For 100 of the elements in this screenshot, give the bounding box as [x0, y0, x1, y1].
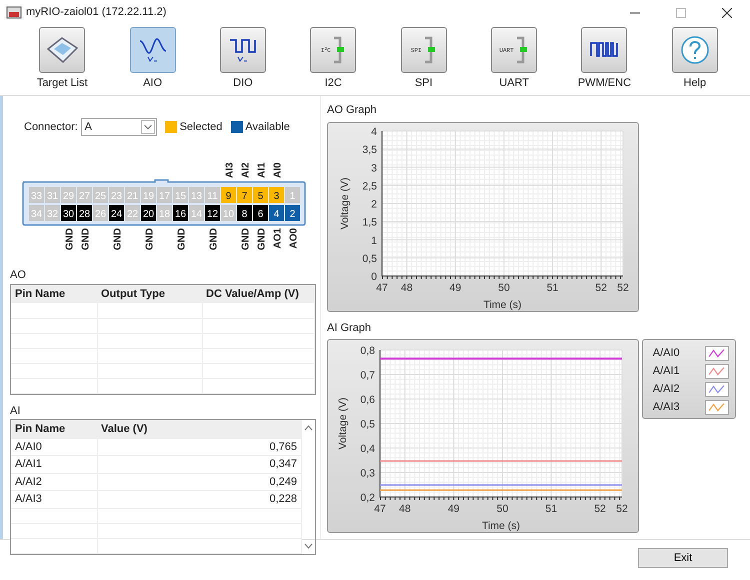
- tick-label: 49: [448, 503, 460, 515]
- table-cell: A/AI0: [11, 438, 97, 456]
- column-header: DC Value/Amp (V): [202, 284, 314, 303]
- pin: 9: [221, 187, 236, 203]
- table-cell: 0,249: [97, 473, 302, 490]
- window-title: myRIO-zaiol01 (172.22.11.2): [26, 4, 166, 20]
- tick-label: 51: [545, 503, 558, 515]
- tick-label: 0,5: [360, 418, 375, 430]
- table-cell: A/AI3: [11, 490, 97, 508]
- tick-label: 50: [498, 282, 510, 294]
- connector-icon: [514, 35, 529, 66]
- toolbar-button[interactable]: [220, 27, 266, 74]
- tick-label: 4: [371, 126, 377, 138]
- axis-title: Voltage (V): [339, 177, 351, 229]
- tick-label: 50: [496, 503, 508, 515]
- tick-label: 52: [594, 503, 606, 515]
- tick-label: 48: [399, 503, 411, 515]
- help-icon: [678, 34, 711, 66]
- legend-label: A/AI1: [652, 364, 680, 379]
- tick-label: 1: [371, 234, 377, 246]
- pin: 6: [253, 205, 268, 221]
- pin: 30: [61, 205, 76, 221]
- tick-label: 0,8: [360, 345, 375, 357]
- graph-title: AO Graph: [327, 103, 378, 118]
- pin-label: GND: [240, 228, 252, 250]
- pin: 12: [205, 205, 220, 221]
- pin-label: AO0: [288, 228, 300, 249]
- pin: 2: [285, 205, 300, 221]
- toolbar-button[interactable]: [39, 27, 86, 74]
- pin-label: AI1: [256, 162, 268, 178]
- tick-label: 2,5: [362, 180, 377, 192]
- table-cell: A/AI2: [11, 473, 97, 490]
- tick-label: 0,3: [360, 468, 375, 480]
- tick-label: 47: [376, 282, 388, 294]
- table-cell: 0,228: [97, 490, 302, 508]
- tick-label: 2: [371, 198, 377, 210]
- tick-label: 51: [546, 282, 558, 294]
- pin: 4: [269, 205, 284, 221]
- tick-label: 52: [617, 282, 629, 294]
- column-header: Pin Name: [11, 420, 97, 438]
- pin: 16: [173, 205, 188, 221]
- pin-label: GND: [144, 228, 156, 250]
- legend-label: A/AI0: [652, 346, 680, 361]
- exit-button[interactable]: Exit: [638, 548, 728, 568]
- toolbar-button[interactable]: [581, 27, 628, 74]
- button-label: DIO: [233, 76, 253, 92]
- column-header: Value (V): [97, 420, 302, 438]
- tick-label: 48: [400, 282, 413, 294]
- pin-label: AI0: [272, 162, 284, 178]
- close-icon[interactable]: [722, 8, 732, 18]
- caret-icon: [140, 120, 155, 134]
- pin-label: GND: [256, 228, 268, 250]
- field-label: Connector:: [24, 120, 78, 135]
- toolbar-button[interactable]: [130, 27, 176, 74]
- tick-label: 52: [616, 503, 628, 515]
- pin-label: GND: [176, 228, 188, 250]
- table-title: AO: [10, 268, 27, 283]
- tick-label: 0,5: [362, 252, 377, 264]
- pin-label: GND: [112, 228, 124, 250]
- pin: 28: [77, 205, 92, 221]
- pin-label: GND: [80, 228, 92, 250]
- pin-label: AI3: [224, 162, 236, 178]
- axis-title: Time (s): [483, 298, 522, 310]
- legend-label: Available: [245, 120, 290, 135]
- tick-label: 1,5: [362, 216, 377, 228]
- tick-label: 3,5: [362, 144, 377, 156]
- graph-title: AI Graph: [327, 320, 372, 336]
- button-label: Target List: [36, 76, 88, 92]
- tick-label: 47: [374, 503, 386, 515]
- column-header: Pin Name: [11, 284, 97, 303]
- button-label: Help: [684, 76, 706, 92]
- button-label: AIO: [143, 76, 162, 92]
- legend-label: Selected: [180, 120, 222, 135]
- pin: 24: [109, 205, 124, 221]
- button-label: UART: [499, 76, 529, 92]
- toolbar-button[interactable]: [672, 27, 718, 74]
- button-label: I2C: [324, 76, 342, 92]
- axis-title: Voltage (V): [337, 398, 349, 450]
- pin: 3: [269, 187, 284, 203]
- connector-icon: [422, 35, 437, 66]
- scroll-down-icon: [302, 542, 315, 550]
- connector-dropdown[interactable]: A: [80, 118, 157, 136]
- app-icon: [6, 4, 22, 20]
- axis-title: Time (s): [482, 520, 520, 532]
- connector-icon: [332, 35, 346, 66]
- table-title: AI: [10, 404, 22, 418]
- table-cell: 0,765: [97, 438, 302, 456]
- pin-label: GND: [64, 228, 76, 250]
- tick-label: 52: [595, 282, 607, 294]
- legend-label: A/AI2: [652, 382, 680, 397]
- table-cell: A/AI1: [11, 456, 97, 473]
- button-label: SPI: [414, 76, 433, 92]
- tick-label: 49: [450, 282, 462, 294]
- table-cell: 0,347: [97, 456, 302, 473]
- pin-label: AO1: [272, 228, 284, 249]
- tick-label: 0,4: [360, 443, 375, 455]
- pin-label: GND: [208, 228, 220, 250]
- scroll-up-icon: [302, 424, 315, 432]
- pin-label: AI2: [240, 162, 252, 178]
- tick-label: 0,2: [360, 492, 375, 504]
